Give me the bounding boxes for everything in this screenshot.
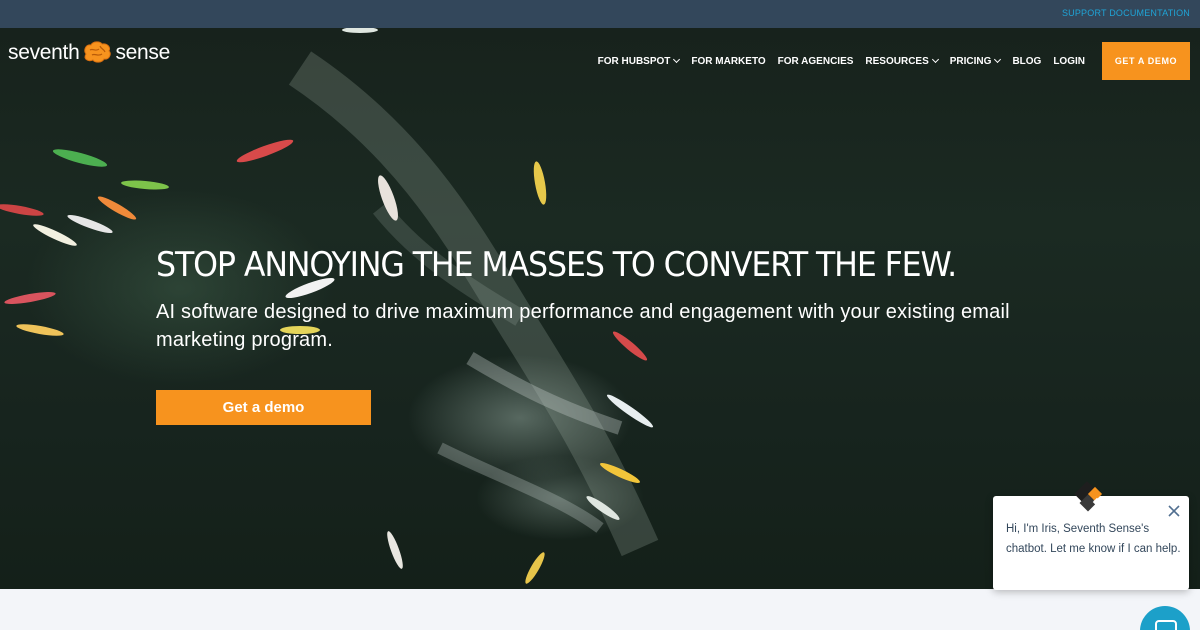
chatbot-avatar-icon xyxy=(1074,481,1103,512)
utility-bar: SUPPORT DOCUMENTATION xyxy=(0,0,1200,28)
nav-item-login[interactable]: LOGIN xyxy=(1053,56,1085,67)
nav-item-for-agencies[interactable]: FOR AGENCIES xyxy=(778,56,854,67)
nav-label: BLOG xyxy=(1012,55,1042,67)
nav-label: RESOURCES xyxy=(865,55,929,67)
support-documentation-link[interactable]: SUPPORT DOCUMENTATION xyxy=(1062,8,1190,18)
get-a-demo-nav-button[interactable]: GET A DEMO xyxy=(1102,42,1190,80)
close-icon[interactable] xyxy=(1165,502,1183,520)
logo-text-left: seventh xyxy=(8,41,80,64)
brain-icon xyxy=(84,41,112,63)
nav-item-for-hubspot[interactable]: FOR HUBSPOT xyxy=(597,55,681,67)
hero-subtext: AI software designed to drive maximum pe… xyxy=(156,301,1010,351)
chat-message: Hi, I'm Iris, Seventh Sense's chatbot. L… xyxy=(1006,523,1181,555)
nav-label: PRICING xyxy=(949,55,992,67)
nav-item-resources[interactable]: RESOURCES xyxy=(865,55,939,67)
nav-label: FOR MARKETO xyxy=(691,55,766,67)
chevron-down-icon xyxy=(931,55,939,64)
next-section xyxy=(0,589,1200,630)
chat-bubble-icon xyxy=(1155,620,1177,630)
nav-item-pricing[interactable]: PRICING xyxy=(949,55,1002,67)
chevron-down-icon xyxy=(994,55,1002,64)
nav-item-for-marketo[interactable]: FOR MARKETO xyxy=(691,56,765,67)
logo-text-right: sense xyxy=(115,41,170,64)
main-nav: FOR HUBSPOT FOR MARKETO FOR AGENCIES RES… xyxy=(586,42,1190,80)
chevron-down-icon xyxy=(673,55,681,64)
nav-label: FOR HUBSPOT xyxy=(597,55,671,67)
hero-headline: STOP ANNOYING THE MASSES TO CONVERT THE … xyxy=(156,245,957,285)
nav-item-blog[interactable]: BLOG xyxy=(1012,56,1041,67)
nav-label: FOR AGENCIES xyxy=(777,55,854,67)
nav-label: LOGIN xyxy=(1053,55,1085,67)
get-a-demo-button[interactable]: Get a demo xyxy=(156,390,371,425)
seventh-sense-logo[interactable]: seventh sense xyxy=(8,38,170,68)
